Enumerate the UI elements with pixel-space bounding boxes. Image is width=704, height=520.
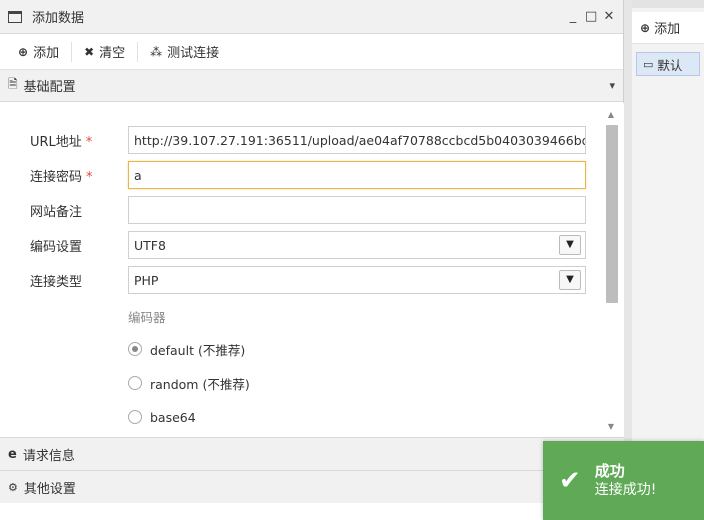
minimize-icon[interactable]: _ <box>567 9 579 24</box>
gears-icon: ⚙ <box>8 480 18 494</box>
password-label: 连接密码 <box>30 169 83 185</box>
encoder-title: 编码器 <box>128 310 166 325</box>
type-select[interactable]: PHP ▼ <box>128 266 586 294</box>
success-toast[interactable]: ✔ 成功 连接成功! <box>543 441 704 520</box>
required-mark: * <box>85 134 93 150</box>
dialog-titlebar[interactable]: 添加数据 _ □ ✕ <box>0 0 623 34</box>
folder-icon: ▭ <box>643 57 654 71</box>
clear-button-label: 清空 <box>99 46 126 61</box>
add-data-dialog: 添加数据 _ □ ✕ ⊕ 添加 ✖ 清空 ⁂ 测试连接 🗎 基础配置 ▾ URL… <box>0 0 624 520</box>
chevron-down-icon: ▾ <box>609 79 615 92</box>
maximize-icon[interactable]: □ <box>585 9 597 24</box>
encoder-option-label: base64 <box>150 409 196 425</box>
request-info-title: 请求信息 <box>22 448 75 464</box>
chevron-down-icon[interactable]: ▼ <box>559 235 581 255</box>
encoder-option-label: random (不推荐) <box>150 376 250 392</box>
url-input[interactable]: http://39.107.27.191:36511/upload/ae04af… <box>128 126 586 154</box>
x-icon: ✖ <box>84 44 95 59</box>
right-add-button[interactable]: ⊕ 添加 <box>632 12 704 44</box>
dialog-title: 添加数据 <box>32 11 85 26</box>
radio-icon[interactable] <box>128 410 142 424</box>
spinner-icon: ⁂ <box>150 44 163 59</box>
type-row: 连接类型 PHP ▼ <box>0 265 600 295</box>
note-label: 网站备注 <box>30 204 83 220</box>
type-label: 连接类型 <box>30 274 83 290</box>
category-item-label: 默认 <box>657 57 683 73</box>
right-panel-header <box>632 0 704 8</box>
encoder-option-label: default (不推荐) <box>150 342 246 358</box>
chevron-down-icon[interactable]: ▼ <box>559 270 581 290</box>
toast-title: 成功 <box>594 461 625 480</box>
right-add-label: 添加 <box>654 22 681 37</box>
scroll-up-icon[interactable]: ▲ <box>604 109 618 121</box>
clear-button[interactable]: ✖ 清空 <box>72 40 137 64</box>
other-settings-title: 其他设置 <box>23 481 76 497</box>
window-controls: _ □ ✕ <box>567 9 615 24</box>
radio-icon[interactable] <box>128 376 142 390</box>
basic-config-title: 基础配置 <box>23 80 76 95</box>
basic-config-header[interactable]: 🗎 基础配置 ▾ <box>0 70 623 102</box>
encoder-option-default[interactable]: default (不推荐) <box>128 338 245 360</box>
required-mark: * <box>86 169 93 185</box>
type-value: PHP <box>134 272 159 288</box>
add-button[interactable]: ⊕ 添加 <box>6 40 71 64</box>
test-connection-label: 测试连接 <box>167 46 220 61</box>
checkmark-icon: ✔ <box>559 465 581 496</box>
basic-config-form: URL地址 * http://39.107.27.191:36511/upload… <box>0 103 624 437</box>
plus-circle-icon: ⊕ <box>18 44 29 59</box>
dialog-toolbar: ⊕ 添加 ✖ 清空 ⁂ 测试连接 <box>0 34 623 70</box>
document-icon: 🗎 <box>8 77 18 91</box>
form-scrollbar[interactable]: ▲ ▼ <box>604 109 618 433</box>
add-button-label: 添加 <box>33 46 60 61</box>
encoder-option-base64[interactable]: base64 <box>128 406 196 428</box>
category-item-default[interactable]: ▭ 默认 <box>636 52 700 76</box>
test-connection-button[interactable]: ⁂ 测试连接 <box>138 40 231 64</box>
window-icon <box>8 10 22 23</box>
ie-icon: e <box>8 446 17 462</box>
scrollbar-thumb[interactable] <box>606 125 618 303</box>
note-input[interactable] <box>128 196 586 224</box>
plus-circle-icon: ⊕ <box>640 20 651 35</box>
password-input[interactable]: a <box>128 161 586 189</box>
encoder-option-random[interactable]: random (不推荐) <box>128 372 250 394</box>
url-label: URL地址 <box>30 134 82 150</box>
url-row: URL地址 * http://39.107.27.191:36511/upload… <box>0 125 600 155</box>
toast-message: 连接成功! <box>594 481 657 498</box>
password-row: 连接密码 * a <box>0 160 600 190</box>
encoding-label: 编码设置 <box>30 239 83 255</box>
request-info-header[interactable]: e 请求信息 <box>0 437 624 470</box>
encoding-value: UTF8 <box>134 237 166 253</box>
radio-selected-icon[interactable] <box>128 342 142 356</box>
other-settings-header[interactable]: ⚙ 其他设置 <box>0 470 624 503</box>
encoding-row: 编码设置 UTF8 ▼ <box>0 230 600 260</box>
note-row: 网站备注 <box>0 195 600 225</box>
encoding-select[interactable]: UTF8 ▼ <box>128 231 586 259</box>
close-icon[interactable]: ✕ <box>603 9 615 24</box>
scroll-down-icon[interactable]: ▼ <box>604 421 618 433</box>
